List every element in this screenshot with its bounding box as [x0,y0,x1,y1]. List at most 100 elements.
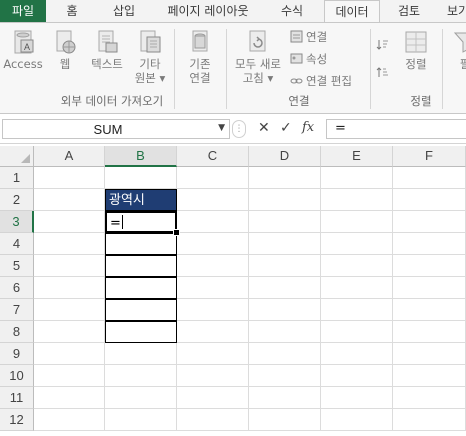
other-sources-button[interactable]: 기타 원본 ▾ [132,29,168,85]
row-header-4[interactable]: 4 [0,233,34,255]
column-header-d[interactable]: D [249,146,321,167]
cell-e5[interactable] [321,255,393,277]
cell-b12[interactable] [105,409,177,431]
cell-b6[interactable] [105,277,177,299]
select-all-corner[interactable] [0,146,34,167]
cell-e11[interactable] [321,387,393,409]
cell-e7[interactable] [321,299,393,321]
column-header-f[interactable]: F [393,146,466,167]
row-header-10[interactable]: 10 [0,365,34,387]
sort-ascending-button[interactable] [376,37,392,53]
cell-e9[interactable] [321,343,393,365]
tab-page-layout[interactable]: 페이지 레이아웃 [156,0,260,22]
tab-file[interactable]: 파일 [0,0,46,22]
cell-f10[interactable] [393,365,466,387]
cell-f11[interactable] [393,387,466,409]
cell-c4[interactable] [177,233,249,255]
column-header-a[interactable]: A [34,146,105,167]
cell-e4[interactable] [321,233,393,255]
access-button[interactable]: A Access [2,29,44,71]
cell-c3[interactable] [177,211,249,233]
cell-f8[interactable] [393,321,466,343]
tab-home[interactable]: 홈 [52,0,92,22]
cell-c7[interactable] [177,299,249,321]
cell-f5[interactable] [393,255,466,277]
row-header-11[interactable]: 11 [0,387,34,409]
cell-e2[interactable] [321,189,393,211]
cell-a12[interactable] [34,409,105,431]
tab-insert[interactable]: 삽입 [98,0,150,22]
row-header-9[interactable]: 9 [0,343,34,365]
cell-a10[interactable] [34,365,105,387]
cell-d3[interactable] [249,211,321,233]
cell-e10[interactable] [321,365,393,387]
cell-b7[interactable] [105,299,177,321]
enter-check-icon[interactable]: ✓ [280,120,292,136]
insert-function-icon[interactable]: fx [302,120,314,135]
cell-d11[interactable] [249,387,321,409]
row-header-8[interactable]: 8 [0,321,34,343]
properties-button[interactable]: 속성 [290,51,327,67]
cell-b11[interactable] [105,387,177,409]
row-header-6[interactable]: 6 [0,277,34,299]
chevron-down-icon[interactable]: ▼ [218,123,225,133]
cell-d4[interactable] [249,233,321,255]
cell-a3[interactable] [34,211,105,233]
cell-b8[interactable] [105,321,177,343]
cell-b2[interactable]: 광역시 [105,189,177,211]
cell-a4[interactable] [34,233,105,255]
cell-b5[interactable] [105,255,177,277]
sort-button[interactable]: 정렬 [398,29,434,71]
web-button[interactable]: 웹 [48,29,82,71]
cell-d12[interactable] [249,409,321,431]
tab-data[interactable]: 데이터 [324,0,380,22]
cell-c10[interactable] [177,365,249,387]
cell-a1[interactable] [34,167,105,189]
cell-a8[interactable] [34,321,105,343]
cell-e3[interactable] [321,211,393,233]
cell-c6[interactable] [177,277,249,299]
row-header-1[interactable]: 1 [0,167,34,189]
cell-b9[interactable] [105,343,177,365]
cell-d1[interactable] [249,167,321,189]
column-header-c[interactable]: C [177,146,249,167]
column-header-e[interactable]: E [321,146,393,167]
cell-d8[interactable] [249,321,321,343]
cell-f6[interactable] [393,277,466,299]
cell-e12[interactable] [321,409,393,431]
cell-a7[interactable] [34,299,105,321]
cell-c8[interactable] [177,321,249,343]
tab-formulas[interactable]: 수식 [266,0,318,22]
row-header-2[interactable]: 2 [0,189,34,211]
cell-e1[interactable] [321,167,393,189]
column-header-b[interactable]: B [105,146,177,167]
text-button[interactable]: 텍스트 [84,29,130,71]
tab-view[interactable]: 보기 [438,0,466,22]
cell-c9[interactable] [177,343,249,365]
fill-handle[interactable] [173,229,180,236]
row-header-5[interactable]: 5 [0,255,34,277]
cell-c1[interactable] [177,167,249,189]
cell-d2[interactable] [249,189,321,211]
row-header-3[interactable]: 3 [0,211,34,233]
cell-b3[interactable]: = [105,211,177,233]
cell-b10[interactable] [105,365,177,387]
cell-f1[interactable] [393,167,466,189]
cell-d7[interactable] [249,299,321,321]
cancel-icon[interactable]: ✕ [258,120,270,136]
cell-c5[interactable] [177,255,249,277]
name-box[interactable]: SUM ▼ [2,119,230,139]
cell-e6[interactable] [321,277,393,299]
existing-connections-button[interactable]: 기존 연결 [180,29,220,85]
cell-a6[interactable] [34,277,105,299]
cell-c11[interactable] [177,387,249,409]
cell-d10[interactable] [249,365,321,387]
sort-descending-button[interactable] [376,65,392,81]
cell-a5[interactable] [34,255,105,277]
cell-b4[interactable] [105,233,177,255]
row-header-12[interactable]: 12 [0,409,34,431]
cell-f2[interactable] [393,189,466,211]
cell-c2[interactable] [177,189,249,211]
cell-a2[interactable] [34,189,105,211]
filter-button[interactable]: 필 [450,29,466,71]
